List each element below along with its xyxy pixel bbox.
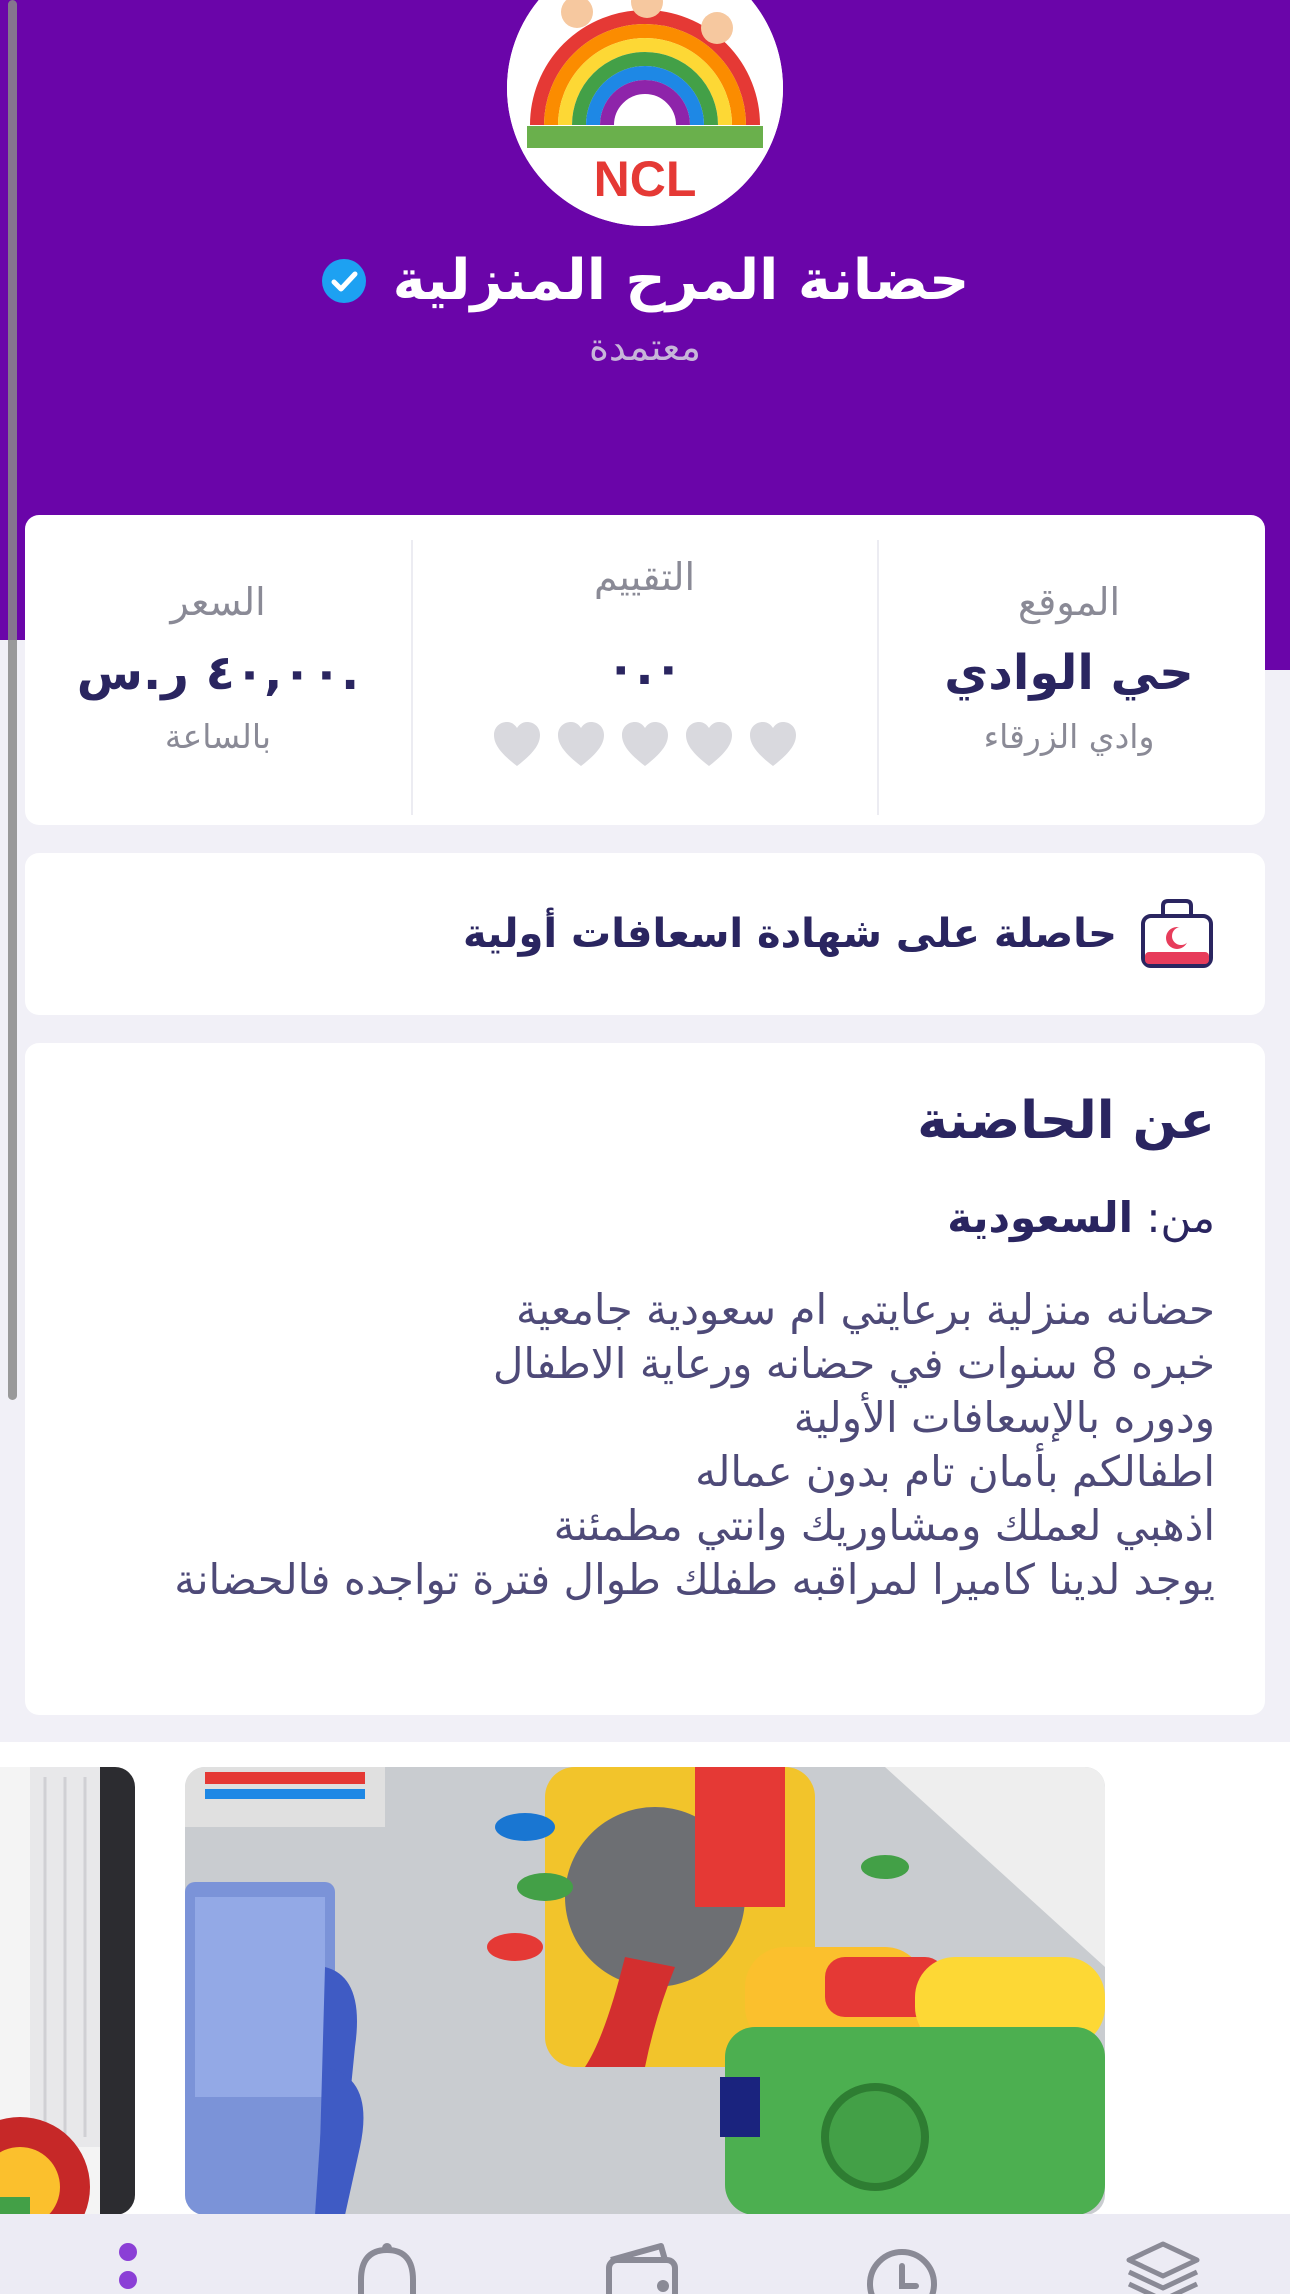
rating-value: ٠.٠ — [606, 640, 683, 696]
rating-stat[interactable]: التقييم ٠.٠ — [412, 515, 877, 825]
from-value: السعودية — [947, 1193, 1134, 1242]
location-label: الموقع — [1017, 580, 1121, 624]
photo-gallery[interactable] — [0, 1742, 1290, 2215]
more-dots-icon[interactable] — [88, 2240, 168, 2294]
description-line: اذهبي لعملك ومشاوريك وانتي مطمئنة — [553, 1501, 1215, 1550]
playroom-photo — [185, 1767, 1105, 2215]
verification-status: معتمدة — [589, 325, 701, 369]
heart-icon — [493, 722, 540, 766]
wallet-icon[interactable] — [603, 2240, 683, 2294]
description-line: يوجد لدينا كاميرا لمراقبه طفلك طوال فترة… — [174, 1555, 1215, 1604]
rating-label: التقييم — [593, 555, 696, 599]
about-title: عن الحاضنة — [917, 1091, 1215, 1151]
price-stat: السعر ٤٠,٠٠ ر.س. بالساعة — [25, 515, 411, 825]
verified-badge-icon — [321, 258, 366, 303]
from-label: من: — [1146, 1193, 1215, 1242]
nursery-name: حضانة المرح المنزلية — [392, 248, 970, 313]
heart-icon — [621, 722, 668, 766]
rating-hearts — [412, 720, 877, 768]
location-stat[interactable]: الموقع حي الوادي وادي الزرقاء — [873, 515, 1265, 825]
nationality-row: من: السعودية — [947, 1193, 1215, 1242]
heart-icon — [557, 722, 604, 766]
first-aid-kit-icon — [1141, 899, 1213, 968]
heart-icon — [685, 722, 732, 766]
clock-icon[interactable] — [862, 2240, 942, 2294]
about-description: حضانه منزلية برعايتي ام سعودية جامعية خب… — [65, 1283, 1215, 1607]
location-value: حي الوادي — [944, 645, 1194, 701]
certificate-card: حاصلة على شهادة اسعافات أولية — [25, 853, 1265, 1015]
playroom-photo-partial — [0, 1767, 135, 2215]
price-value: ٤٠,٠٠ ر.س. — [76, 645, 360, 701]
description-line: اطفالكم بأمان تام بدون عماله — [695, 1447, 1215, 1496]
scroll-indicator[interactable] — [8, 0, 17, 1400]
about-card: عن الحاضنة من: السعودية حضانه منزلية برع… — [25, 1043, 1265, 1715]
title-row: حضانة المرح المنزلية — [0, 248, 1290, 313]
description-line: ودوره بالإسعافات الأولية — [793, 1393, 1215, 1442]
location-sub: وادي الزرقاء — [983, 717, 1155, 756]
description-line: حضانه منزلية برعايتي ام سعودية جامعية — [515, 1285, 1215, 1334]
gallery-photo[interactable] — [185, 1767, 1105, 2215]
price-sub: بالساعة — [164, 717, 272, 756]
bottom-tab-bar — [0, 2214, 1290, 2294]
certificate-text: حاصلة على شهادة اسعافات أولية — [462, 911, 1117, 957]
description-line: خبره 8 سنوات في حضانه ورعاية الاطفال — [492, 1339, 1215, 1388]
heart-icon — [749, 722, 796, 766]
gallery-photo[interactable] — [0, 1767, 135, 2215]
stats-card: الموقع حي الوادي وادي الزرقاء التقييم ٠.… — [25, 515, 1265, 825]
price-label: السعر — [170, 580, 266, 624]
bell-icon[interactable] — [347, 2240, 427, 2294]
certificate-row: حاصلة على شهادة اسعافات أولية — [463, 898, 1215, 970]
divider — [877, 540, 879, 815]
layers-icon[interactable] — [1123, 2240, 1203, 2294]
svg-text:NCL: NCL — [594, 151, 697, 207]
divider — [411, 540, 413, 815]
